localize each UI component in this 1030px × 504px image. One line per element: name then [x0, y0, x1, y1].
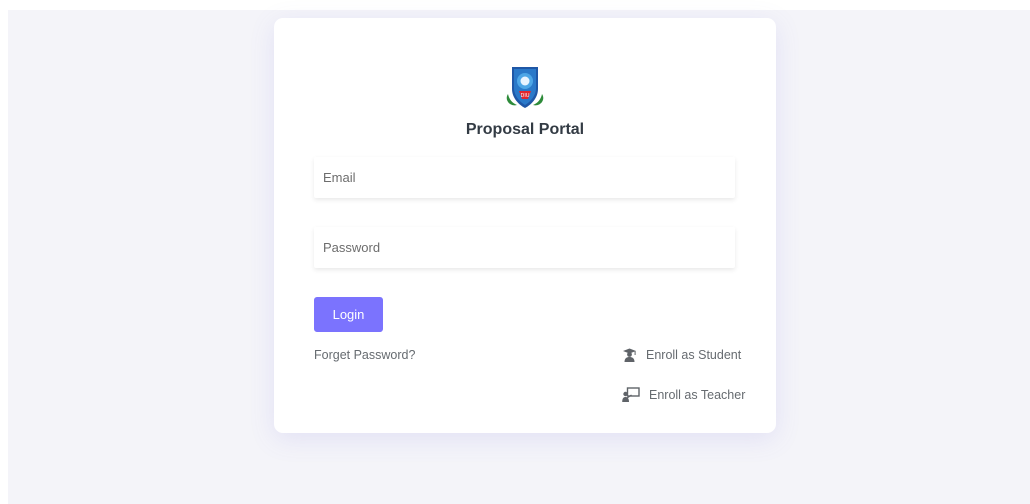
- login-card: DIU Proposal Portal Login Forget Passwor…: [274, 18, 776, 433]
- forget-password-link[interactable]: Forget Password?: [314, 348, 415, 362]
- email-field[interactable]: [314, 157, 735, 198]
- teacher-board-icon: [622, 387, 640, 402]
- svg-text:DIU: DIU: [521, 93, 530, 99]
- graduate-icon: [623, 348, 636, 362]
- login-button[interactable]: Login: [314, 297, 383, 332]
- page-title: Proposal Portal: [465, 121, 585, 138]
- enroll-student-label: Enroll as Student: [646, 348, 742, 362]
- enroll-student-link[interactable]: Enroll as Student: [622, 348, 741, 362]
- enroll-teacher-label: Enroll as Teacher: [649, 387, 746, 402]
- enroll-teacher-link[interactable]: Enroll as Teacher: [622, 387, 745, 402]
- forget-password-label: Forget Password?: [314, 348, 416, 362]
- diu-shield-logo-icon: DIU: [506, 67, 544, 108]
- password-field[interactable]: [314, 227, 735, 268]
